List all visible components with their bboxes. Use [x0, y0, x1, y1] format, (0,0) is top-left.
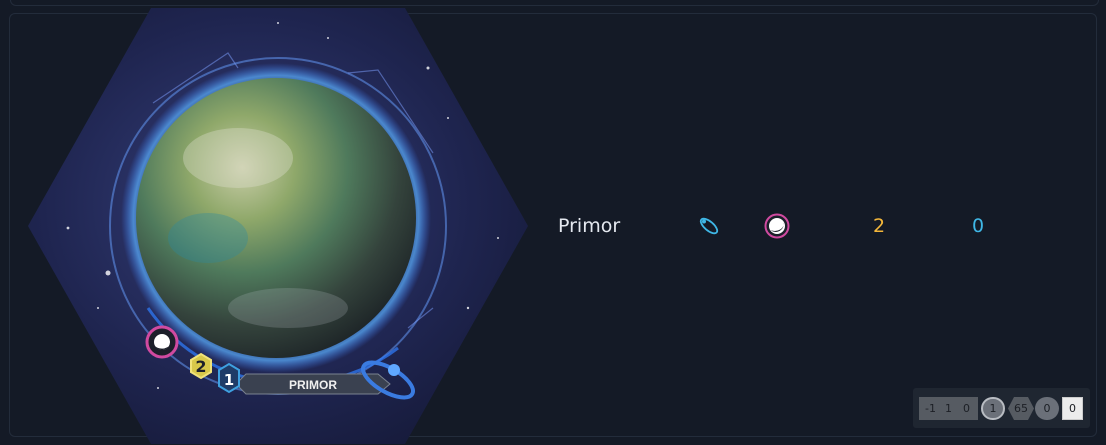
- tile-planet-label: PRIMOR: [289, 378, 337, 392]
- ring-code: 1: [981, 397, 1005, 420]
- tile-resources-value: 2: [195, 357, 206, 376]
- cultural-trait-icon: [699, 217, 719, 235]
- coordinate-z: 0: [963, 402, 970, 415]
- previous-card: [10, 0, 1099, 6]
- planet-name: Primor: [558, 215, 621, 237]
- system-tile-number: 65: [1008, 397, 1034, 420]
- tile-influence-value: 1: [224, 371, 234, 389]
- tile-tech-icon: [145, 325, 179, 359]
- tile-influence-badge: 1: [218, 362, 240, 394]
- tile-resources-badge: 2: [190, 352, 212, 380]
- resources-value: 2: [873, 215, 886, 237]
- influence-value: 0: [972, 215, 985, 237]
- coordinate-code: -1 1 0: [919, 397, 978, 420]
- planet-index-code: 0: [1035, 397, 1059, 420]
- yin-yang-tech-skip-icon: [764, 213, 790, 239]
- system-tile-number-text: 65: [1014, 402, 1028, 415]
- status-code: 0: [1062, 397, 1083, 420]
- planet-tile-image: PRIMOR 2 1: [28, 8, 528, 444]
- coordinate-y: 1: [945, 402, 952, 415]
- coordinate-x: -1: [925, 402, 936, 415]
- tile-code-strip: -1 1 0 1 65 0 0: [913, 388, 1090, 428]
